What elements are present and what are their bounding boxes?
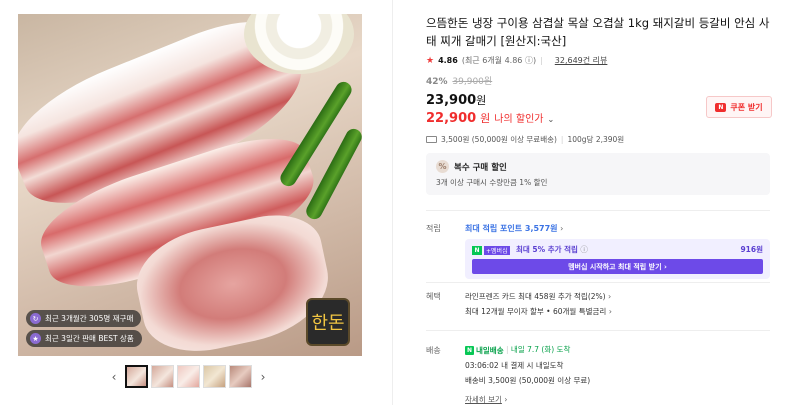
card-benefit-text: 라인프렌즈 카드 최대 458원 추가 적립(2%) — [465, 292, 606, 301]
installment-benefit-text: 최대 12개월 무이자 할부 • 60개월 특별금리 — [465, 307, 607, 316]
tomorrow-delivery-badge-text: 내일배송 — [476, 346, 504, 355]
chevron-right-icon: › — [607, 292, 612, 301]
column-divider — [392, 0, 393, 405]
info-icon[interactable]: ⓘ — [525, 56, 533, 65]
delivery-fee-text: 배송비 3,500원 (50,000원 이상 무료) — [465, 376, 591, 385]
truck-icon — [426, 136, 437, 143]
extra-points-amount: 916원 — [740, 245, 763, 254]
naver-n-icon: N — [465, 346, 474, 355]
my-price-label: 나의 할인가 — [494, 114, 544, 125]
rating-recent-text: (최근 6개월 4.86 — [461, 56, 523, 65]
thumbnail-strip: ‹ › — [106, 365, 271, 388]
delivery-info: N 내일배송 | 내일 7.7 (화) 도착 03:06:02 내 결제 시 내일… — [465, 342, 590, 405]
chevron-right-icon[interactable]: › — [255, 370, 271, 384]
extra-points-left: N +멤버십 최대 5% 추가 적립 ⓘ — [472, 244, 588, 255]
chevron-right-icon: › — [560, 224, 564, 233]
best-icon: ★ — [30, 333, 41, 344]
rating-value: 4.86 — [438, 56, 458, 65]
section-divider — [426, 330, 770, 331]
extra-points-label: 최대 5% 추가 적립 — [515, 245, 578, 254]
thumbnail-5[interactable] — [229, 365, 252, 388]
unit-price-text: 100g당 2,390원 — [567, 135, 625, 144]
coupon-button-label: 쿠폰 받기 — [730, 102, 763, 112]
delivery-headline: N 내일배송 | 내일 7.7 (화) 도착 — [465, 342, 590, 358]
best-seller-badge: ★ 최근 3일간 판매 BEST 상품 — [26, 330, 142, 347]
section-divider — [426, 210, 770, 211]
thumbnail-4[interactable] — [203, 365, 226, 388]
plus-membership-icon: +멤버십 — [484, 246, 510, 255]
max-points-text: 최대 적립 포인트 3,577원 — [465, 224, 558, 233]
more-details-text: 자세히 보기 — [465, 395, 502, 404]
review-count-link[interactable]: 32,649건 리뷰 — [555, 55, 608, 66]
original-price: 39,900원 — [452, 77, 493, 87]
discount-percent: 42% — [426, 77, 448, 87]
sale-price-value: 23,900 — [426, 93, 477, 108]
order-cutoff-text: 03:06:02 내 결제 시 내일도착 — [465, 361, 564, 370]
chevron-down-icon: ⌄ — [547, 115, 555, 124]
thumbnail-2[interactable] — [151, 365, 174, 388]
sale-price-unit: 원 — [476, 94, 487, 107]
repurchase-badge: ↻ 최근 3개월간 305명 재구매 — [26, 310, 142, 327]
coupon-icon: N — [715, 102, 727, 112]
extra-points-row: N +멤버십 최대 5% 추가 적립 ⓘ 916원 — [472, 244, 763, 255]
membership-button-label: 멤버십 시작하고 최대 적립 받기 — [568, 262, 662, 271]
my-price-value: 22,900 — [426, 111, 477, 126]
thumbnail-3[interactable] — [177, 365, 200, 388]
my-price-unit: 원 — [480, 112, 491, 125]
extra-points-box: N +멤버십 최대 5% 추가 적립 ⓘ 916원 멤버십 시작하고 최대 적립 … — [465, 239, 770, 279]
repurchase-badge-text: 최근 3개월간 305명 재구매 — [45, 314, 134, 323]
rating-recent: (최근 6개월 4.86 ⓘ) — [461, 56, 537, 65]
installment-benefit-link[interactable]: 최대 12개월 무이자 할부 • 60개월 특별금리 › — [465, 304, 612, 319]
product-main-image[interactable]: ↻ 최근 3개월간 305명 재구매 ★ 최근 3일간 판매 BEST 상품 한… — [18, 14, 362, 356]
max-points-link[interactable]: 최대 적립 포인트 3,577원 › — [465, 223, 563, 234]
chevron-right-icon: › — [608, 307, 612, 316]
rating-row: ★ 4.86 (최근 6개월 4.86 ⓘ) | 32,649건 리뷰 — [426, 55, 772, 66]
separator: | — [540, 56, 543, 65]
multi-discount-title: % 복수 구매 할인 — [436, 160, 760, 173]
discount-tag-icon: % — [436, 160, 449, 173]
separator: | — [560, 135, 564, 144]
star-icon: ★ — [426, 55, 435, 66]
points-label: 적립 — [426, 224, 441, 233]
benefit-list: 라인프렌즈 카드 최대 458원 추가 적립(2%) › 최대 12개월 무이자… — [465, 289, 612, 319]
card-benefit-link[interactable]: 라인프렌즈 카드 최대 458원 추가 적립(2%) › — [465, 289, 612, 304]
chevron-left-icon[interactable]: ‹ — [106, 370, 122, 384]
product-detail: 으뜸한돈 냉장 구이용 삼겹살 목살 오겹살 1kg 돼지갈비 등갈비 안심 사… — [426, 14, 772, 145]
naver-n-icon: N — [472, 246, 482, 255]
naver-plus-badge: N +멤버십 — [472, 246, 510, 255]
handon-seal-logo: 한돈 — [306, 298, 350, 346]
delivery-label: 배송 — [426, 346, 441, 355]
benefit-label: 혜택 — [426, 292, 441, 301]
membership-start-button[interactable]: 멤버십 시작하고 최대 적립 받기 › — [472, 259, 763, 274]
shipping-summary: 3,500원 (50,000원 이상 무료배송) | 100g당 2,390원 — [426, 134, 772, 145]
separator: | — [506, 345, 509, 354]
tomorrow-delivery-badge: N 내일배송 — [465, 343, 504, 358]
thumbnail-1[interactable] — [125, 365, 148, 388]
section-divider — [426, 282, 770, 283]
discount-line: 42% 39,900원 — [426, 74, 772, 87]
arrival-date: 내일 7.7 (화) 도착 — [510, 345, 571, 354]
best-seller-badge-text: 최근 3일간 판매 BEST 상품 — [45, 334, 134, 343]
coupon-button[interactable]: N 쿠폰 받기 — [706, 96, 772, 118]
chevron-right-icon: › — [504, 395, 508, 404]
multi-discount-title-text: 복수 구매 할인 — [454, 162, 507, 173]
multi-purchase-discount: % 복수 구매 할인 3개 이상 구매시 수량만큼 1% 할인 — [426, 153, 770, 195]
info-icon[interactable]: ⓘ — [580, 245, 588, 254]
repeat-purchase-icon: ↻ — [30, 313, 41, 324]
more-details-link[interactable]: 자세히 보기 › — [465, 392, 590, 405]
product-title: 으뜸한돈 냉장 구이용 삼겹살 목살 오겹살 1kg 돼지갈비 등갈비 안심 사… — [426, 16, 770, 48]
shipping-fee-text: 3,500원 (50,000원 이상 무료배송) — [441, 135, 557, 144]
multi-discount-desc: 3개 이상 구매시 수량만큼 1% 할인 — [436, 178, 548, 187]
